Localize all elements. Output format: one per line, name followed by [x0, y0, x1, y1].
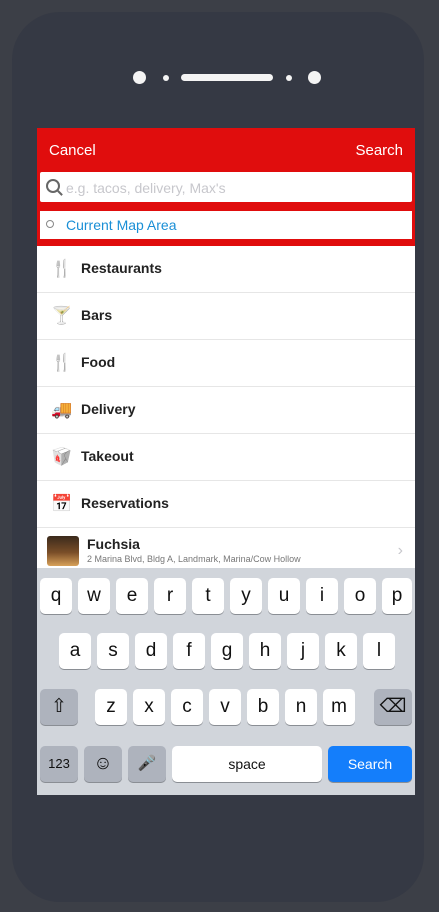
key-m[interactable]: m	[323, 689, 355, 725]
fork-knife-icon: 🍴	[51, 353, 73, 372]
key-h[interactable]: h	[249, 633, 281, 669]
category-takeout[interactable]: 🥡 Takeout	[37, 434, 415, 481]
cocktail-icon: 🍸	[51, 306, 73, 325]
key-f[interactable]: f	[173, 633, 205, 669]
search-button[interactable]: Search	[355, 142, 403, 159]
key-v[interactable]: v	[209, 689, 241, 725]
category-restaurants[interactable]: 🍴 Restaurants	[37, 246, 415, 293]
key-t[interactable]: t	[192, 578, 224, 614]
key-c[interactable]: c	[171, 689, 203, 725]
key-o[interactable]: o	[344, 578, 376, 614]
key-s[interactable]: s	[97, 633, 129, 669]
category-food[interactable]: 🍴 Food	[37, 340, 415, 387]
location-icon	[46, 220, 54, 228]
keyboard-search-key[interactable]: Search	[328, 746, 412, 782]
search-icon	[46, 179, 60, 193]
category-label: Takeout	[81, 448, 134, 464]
key-z[interactable]: z	[95, 689, 127, 725]
key-x[interactable]: x	[133, 689, 165, 725]
key-b[interactable]: b	[247, 689, 279, 725]
category-label: Delivery	[81, 401, 136, 417]
category-label: Reservations	[81, 495, 169, 511]
place-address: 2 Marina Blvd, Bldg A, Landmark, Marina/…	[87, 554, 301, 564]
space-key[interactable]: space	[172, 746, 322, 782]
category-reservations[interactable]: 📅 Reservations	[37, 481, 415, 528]
key-p[interactable]: p	[382, 578, 412, 614]
location-bar: Current Map Area	[37, 206, 415, 246]
key-d[interactable]: d	[135, 633, 167, 669]
microphone-key[interactable]: 🎤	[128, 746, 166, 782]
truck-icon: 🚚	[51, 400, 73, 419]
key-e[interactable]: e	[116, 578, 148, 614]
key-j[interactable]: j	[287, 633, 319, 669]
nav-bar: Cancel Search	[37, 128, 415, 172]
key-n[interactable]: n	[285, 689, 317, 725]
category-bars[interactable]: 🍸 Bars	[37, 293, 415, 340]
cancel-button[interactable]: Cancel	[49, 142, 96, 159]
key-y[interactable]: y	[230, 578, 262, 614]
keyboard: q w e r t y u i o p a s d f g h j k l ⇧ …	[37, 568, 415, 795]
category-label: Bars	[81, 307, 113, 323]
shift-key[interactable]: ⇧	[40, 689, 78, 725]
app-screen: Cancel Search Current Map Area 🍴 Restaur…	[37, 128, 415, 795]
emoji-key[interactable]: ☺	[84, 746, 122, 782]
key-r[interactable]: r	[154, 578, 186, 614]
sensor-dot	[163, 75, 169, 81]
takeout-bag-icon: 🥡	[51, 447, 73, 466]
category-delivery[interactable]: 🚚 Delivery	[37, 387, 415, 434]
place-thumbnail	[47, 536, 79, 566]
numbers-key[interactable]: 123	[40, 746, 78, 782]
search-bar	[37, 172, 415, 206]
camera-dot	[133, 71, 146, 84]
location-label: Current Map Area	[66, 217, 177, 233]
backspace-key[interactable]: ⌫	[374, 689, 412, 725]
speaker-grille	[181, 74, 273, 81]
key-k[interactable]: k	[325, 633, 357, 669]
location-field[interactable]: Current Map Area	[40, 211, 412, 239]
category-label: Food	[81, 354, 116, 370]
chevron-right-icon: ›	[397, 542, 403, 559]
category-list: 🍴 Restaurants 🍸 Bars 🍴 Food 🚚 Delivery 🥡…	[37, 246, 415, 574]
camera-dot	[308, 71, 321, 84]
key-u[interactable]: u	[268, 578, 300, 614]
key-l[interactable]: l	[363, 633, 395, 669]
fork-knife-icon: 🍴	[51, 259, 73, 278]
search-input[interactable]	[64, 175, 398, 201]
search-box[interactable]	[40, 172, 412, 202]
key-w[interactable]: w	[78, 578, 110, 614]
key-g[interactable]: g	[211, 633, 243, 669]
key-a[interactable]: a	[59, 633, 91, 669]
category-label: Restaurants	[81, 260, 162, 276]
sensor-dot	[286, 75, 292, 81]
calendar-icon: 📅	[51, 494, 73, 513]
place-name: Fuchsia	[87, 536, 140, 552]
key-q[interactable]: q	[40, 578, 72, 614]
key-i[interactable]: i	[306, 578, 338, 614]
